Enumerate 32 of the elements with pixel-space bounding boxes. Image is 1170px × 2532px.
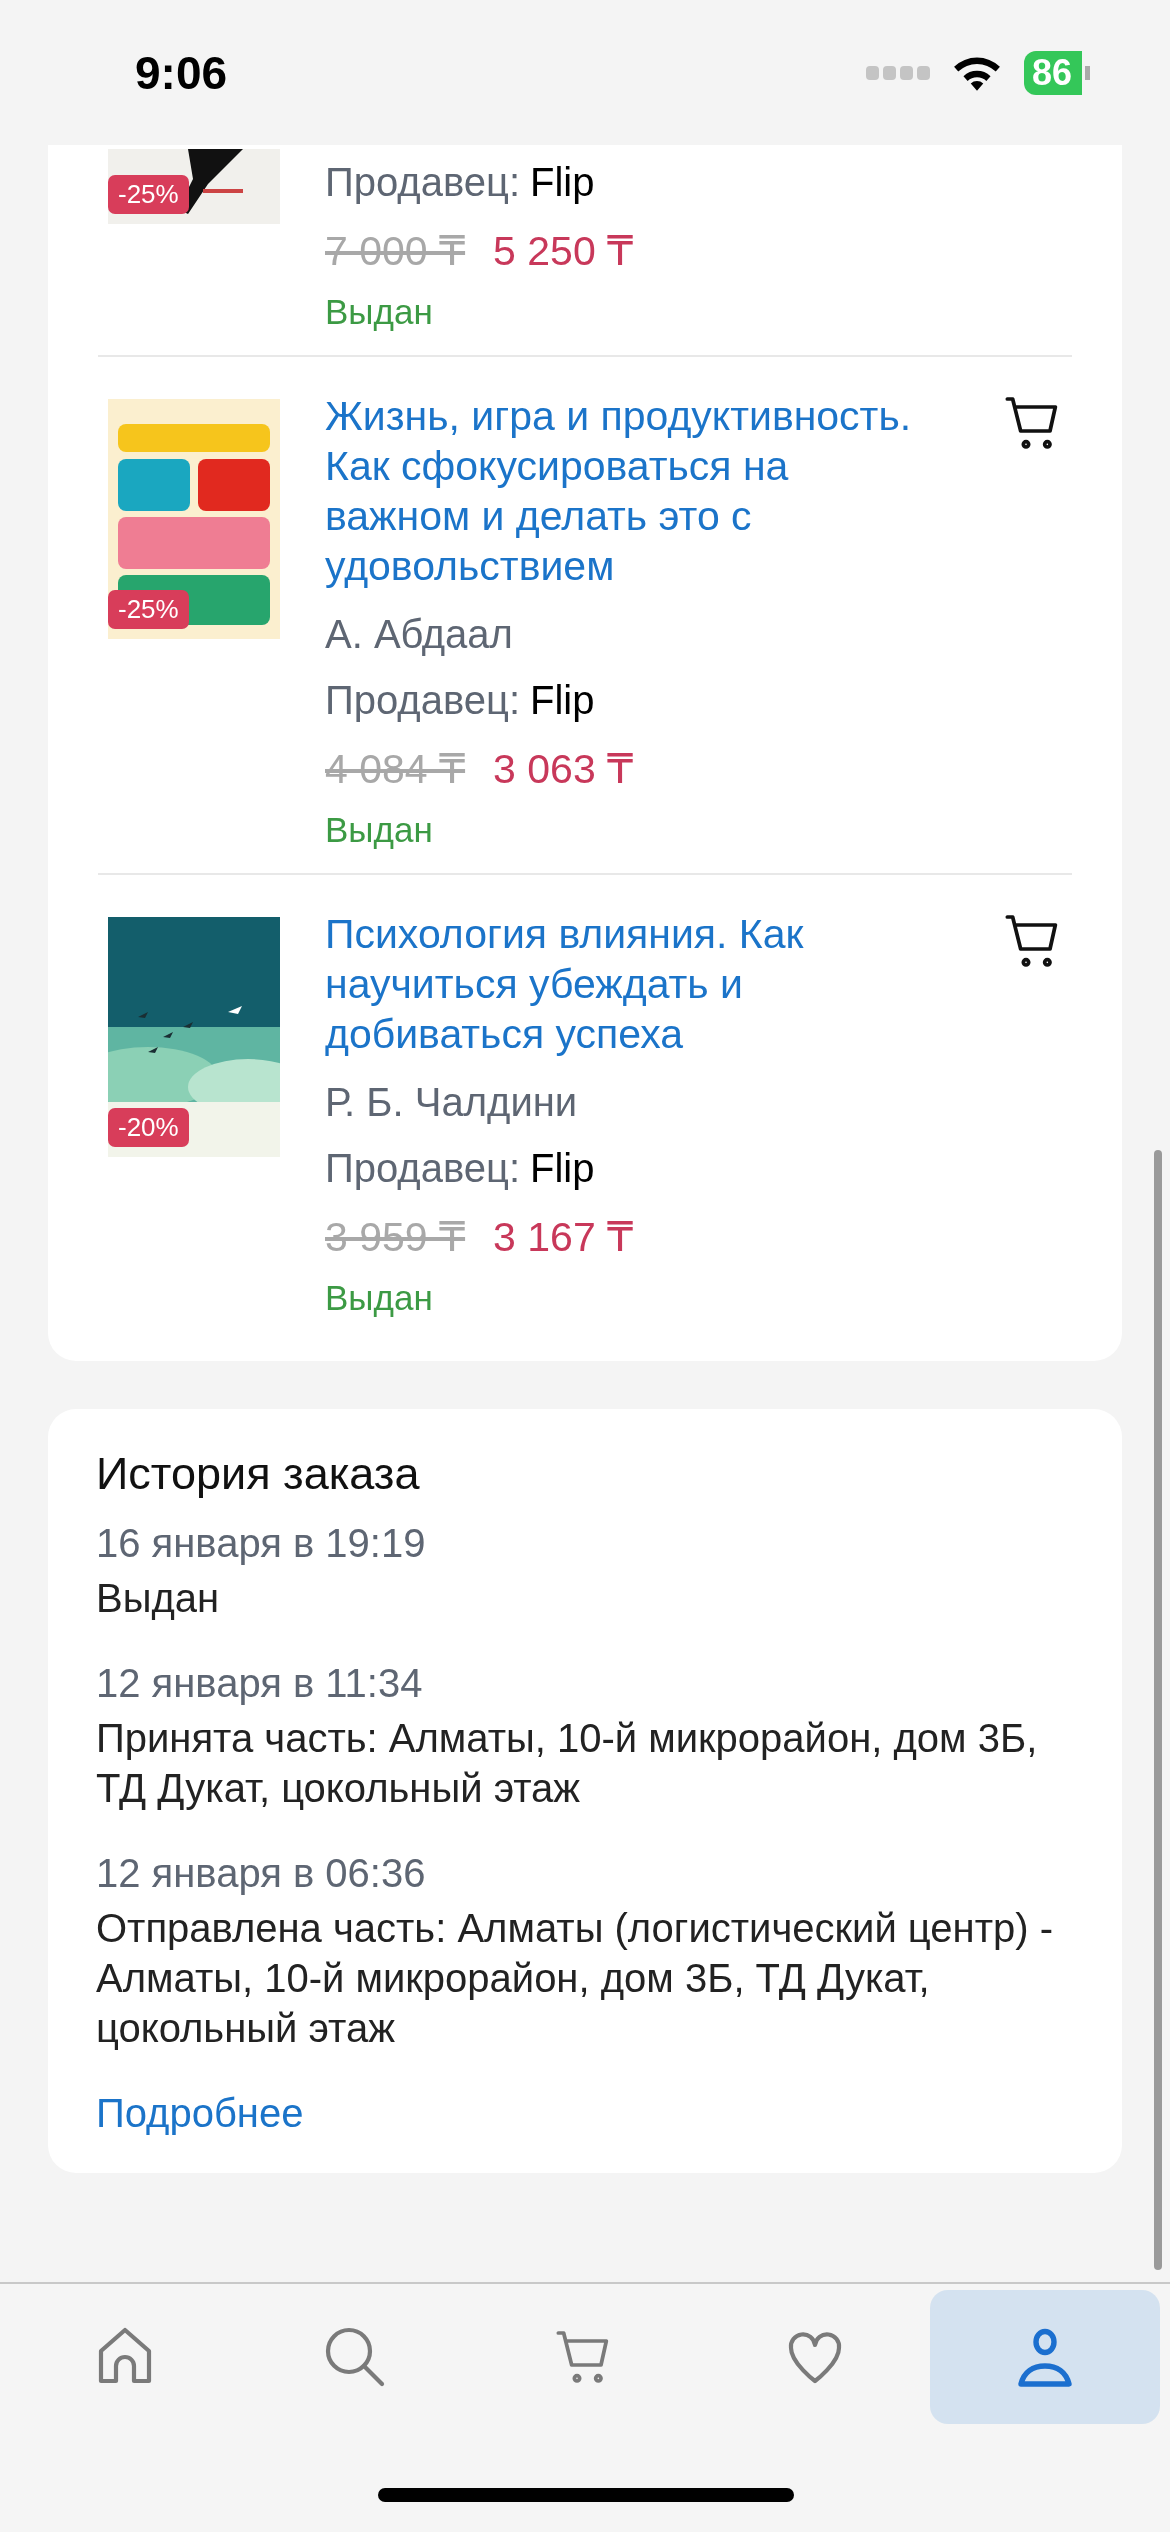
seller-name: Flip — [530, 1145, 595, 1192]
seller-label: Продавец: — [325, 1145, 521, 1192]
battery-icon: 86 — [1023, 50, 1090, 95]
event-date: 12 января в 06:36 — [96, 1850, 427, 1897]
event-text: Отправлена часть: Алматы (логистический центр) - Алматы, 10-й микрорайон, дом 3Б, ТД Дукат, цокольный этаж — [96, 1905, 1054, 2052]
order-status: Выдан — [325, 1277, 434, 1319]
order-status: Выдан — [325, 291, 434, 333]
seller-label: Продавец: — [325, 159, 521, 206]
status-time: 9:06 — [135, 45, 228, 100]
product-title-link[interactable]: Психология влияния. Как научиться убеждать и добиваться успеха — [325, 909, 935, 1059]
seller-label: Продавец: — [325, 677, 521, 724]
sale-price: 5 250 ₸ — [493, 227, 634, 276]
event-text: Принята часть: Алматы, 10-й микрорайон, дом 3Б, ТД Дукат, цокольный этаж — [96, 1715, 1039, 1812]
discount-badge: -25% — [108, 590, 189, 629]
discount-badge: -20% — [108, 1108, 189, 1147]
product-author: Р. Б. Чалдини — [325, 1079, 579, 1126]
discount-badge: -25% — [108, 175, 189, 214]
old-price: 7 000 ₸ — [325, 227, 466, 276]
sale-price: 3 063 ₸ — [493, 745, 634, 794]
old-price: 3 959 ₸ — [325, 1213, 466, 1262]
seller-name: Flip — [530, 677, 595, 724]
event-text: Выдан — [96, 1575, 221, 1622]
seller-name: Flip — [530, 159, 595, 206]
old-price: 4 084 ₸ — [325, 745, 466, 794]
sale-price: 3 167 ₸ — [493, 1213, 634, 1262]
history-title: История заказа — [96, 1447, 421, 1501]
product-title-link[interactable]: Жизнь, игра и продуктивность. Как сфокусироваться на важном и делать это с удовольствием — [325, 391, 935, 591]
order-status: Выдан — [325, 809, 434, 851]
details-link[interactable]: Подробнее — [96, 2083, 304, 2143]
product-author: А. Абдаал — [325, 611, 514, 658]
event-date: 12 января в 11:34 — [96, 1660, 424, 1707]
event-date: 16 января в 19:19 — [96, 1520, 427, 1567]
